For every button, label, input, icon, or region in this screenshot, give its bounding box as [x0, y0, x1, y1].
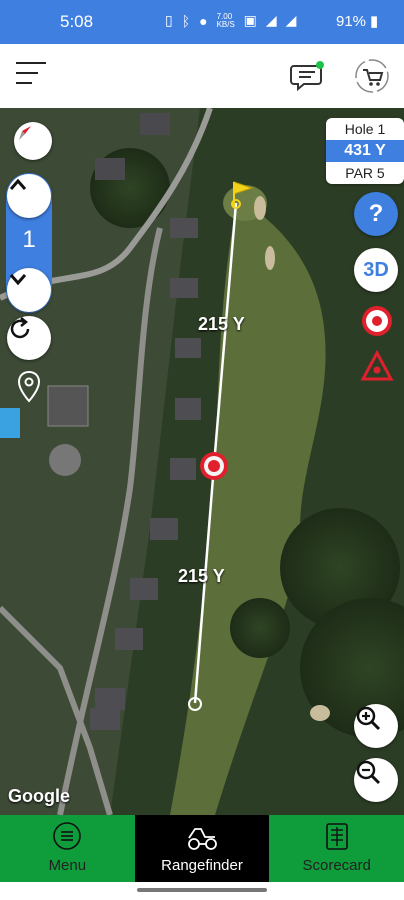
hole-label: Hole 1	[344, 121, 386, 137]
signal-icon: ◢	[285, 12, 297, 28]
nav-scorecard-label: Scorecard	[302, 857, 371, 874]
refresh-button[interactable]	[7, 316, 51, 360]
bottom-nav: Menu Rangefinder Scorecard	[0, 815, 404, 882]
nav-menu-label: Menu	[48, 857, 87, 874]
status-time: 5:08	[60, 12, 94, 31]
google-attribution: Google	[8, 786, 70, 806]
status-icons: ▯ ᛒ ● 7.00 KB/S ▣ ◢ ◢	[165, 12, 296, 29]
status-bar: 5:08 ▯ ᛒ ● 7.00 KB/S ▣ ◢ ◢ 91% ▮	[0, 0, 404, 44]
bluetooth-icon: ᛒ	[181, 12, 191, 29]
hole-down-button[interactable]	[7, 268, 51, 312]
zoom-in-button[interactable]	[354, 704, 398, 748]
help-button[interactable]: ?	[354, 192, 398, 236]
nav-tab-rangefinder[interactable]: Rangefinder	[134, 815, 270, 882]
hole-selector: 1	[6, 173, 52, 313]
hamburger-icon[interactable]	[16, 62, 46, 86]
hole-yardage: 431 Y	[326, 140, 404, 162]
target-toggle-icon[interactable]	[360, 304, 394, 338]
chevron-up-icon	[9, 178, 27, 190]
wifi-icon: ◢	[265, 12, 277, 28]
hole-info-card: Hole 1 431 Y PAR 5	[326, 118, 404, 184]
location-pin-icon[interactable]	[16, 370, 42, 404]
chevron-down-icon	[9, 274, 27, 286]
network-speed: 7.00 KB/S	[216, 11, 235, 29]
course-map[interactable]: 215 Y 215 Y 1 Hole 1 431 Y PAR 5 ? 3D Go…	[0, 108, 404, 815]
hole-number: 1	[22, 226, 36, 253]
zoom-out-button[interactable]	[354, 758, 398, 802]
menu-icon	[53, 822, 82, 850]
vibrate-icon: ▯	[165, 12, 173, 28]
nav-tab-menu[interactable]: Menu	[0, 815, 135, 882]
nav-rangefinder-label: Rangefinder	[161, 857, 243, 874]
battery-percent: 91%	[336, 12, 367, 30]
chat-button[interactable]	[290, 60, 326, 92]
chat-icon	[290, 61, 324, 92]
hd-icon: ▣	[243, 12, 257, 28]
battery-icon: ▮	[370, 13, 379, 30]
hole-up-button[interactable]	[7, 174, 51, 218]
golf-cart-icon	[188, 828, 217, 850]
help-icon: ?	[368, 200, 384, 227]
scorecard-icon	[325, 823, 348, 850]
zoom-in-icon	[356, 706, 381, 731]
app-header	[0, 44, 404, 109]
cart-icon	[355, 59, 389, 93]
zoom-out-icon	[356, 760, 381, 785]
refresh-icon	[10, 317, 30, 339]
home-indicator	[0, 882, 404, 900]
3d-label: 3D	[363, 258, 389, 281]
3d-view-button[interactable]: 3D	[354, 248, 398, 292]
hazard-icon[interactable]	[360, 350, 394, 382]
compass-icon	[19, 126, 31, 140]
hole-par: PAR 5	[345, 165, 385, 181]
nav-tab-scorecard[interactable]: Scorecard	[269, 815, 404, 882]
distance-label-bottom: 215 Y	[178, 566, 225, 586]
battery-indicator: 91% ▮	[336, 12, 379, 31]
flag-icon	[231, 181, 254, 209]
location-icon: ●	[199, 12, 208, 29]
distance-label-top: 215 Y	[198, 314, 245, 334]
cart-button[interactable]	[354, 58, 390, 94]
target-marker[interactable]	[198, 450, 230, 482]
compass-button[interactable]	[14, 122, 52, 160]
